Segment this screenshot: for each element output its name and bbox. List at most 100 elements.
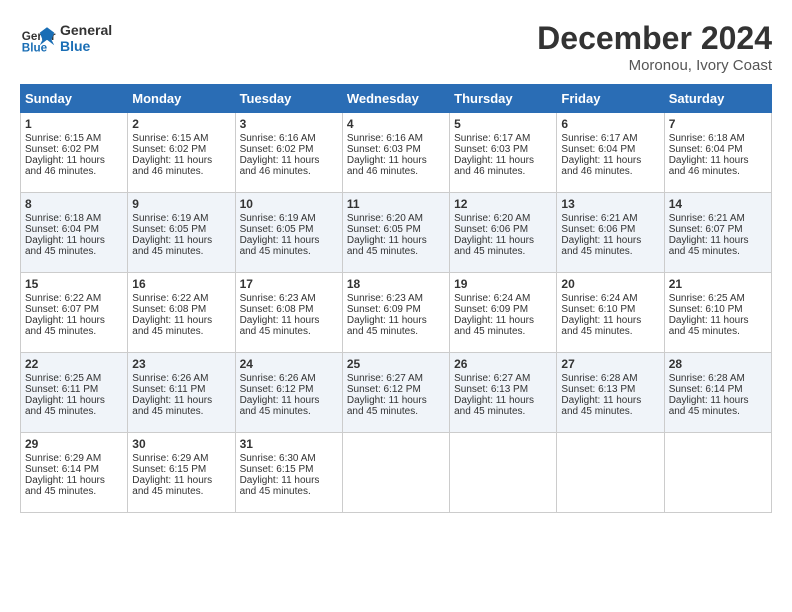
logo-general: General — [60, 22, 112, 38]
sunrise: Sunrise: 6:27 AM — [454, 373, 530, 384]
calendar-week-1: 1Sunrise: 6:15 AMSunset: 6:02 PMDaylight… — [21, 113, 772, 193]
day-number: 19 — [454, 277, 552, 291]
sunrise: Sunrise: 6:19 AM — [240, 213, 316, 224]
logo-blue: Blue — [60, 38, 112, 54]
daylight: Daylight: 11 hours and 45 minutes. — [25, 475, 105, 497]
calendar-cell: 12Sunrise: 6:20 AMSunset: 6:06 PMDayligh… — [450, 193, 557, 273]
calendar-cell: 19Sunrise: 6:24 AMSunset: 6:09 PMDayligh… — [450, 273, 557, 353]
day-number: 11 — [347, 197, 445, 211]
calendar-cell — [557, 433, 664, 513]
sunrise: Sunrise: 6:17 AM — [561, 133, 637, 144]
sunset: Sunset: 6:02 PM — [25, 144, 99, 155]
day-number: 20 — [561, 277, 659, 291]
sunrise: Sunrise: 6:26 AM — [132, 373, 208, 384]
day-number: 27 — [561, 357, 659, 371]
calendar-cell: 13Sunrise: 6:21 AMSunset: 6:06 PMDayligh… — [557, 193, 664, 273]
daylight: Daylight: 11 hours and 45 minutes. — [240, 475, 320, 497]
col-header-tuesday: Tuesday — [235, 85, 342, 113]
sunrise: Sunrise: 6:30 AM — [240, 453, 316, 464]
col-header-sunday: Sunday — [21, 85, 128, 113]
sunrise: Sunrise: 6:26 AM — [240, 373, 316, 384]
day-number: 3 — [240, 117, 338, 131]
calendar-cell: 27Sunrise: 6:28 AMSunset: 6:13 PMDayligh… — [557, 353, 664, 433]
sunset: Sunset: 6:13 PM — [454, 384, 528, 395]
calendar-cell: 3Sunrise: 6:16 AMSunset: 6:02 PMDaylight… — [235, 113, 342, 193]
calendar-cell: 8Sunrise: 6:18 AMSunset: 6:04 PMDaylight… — [21, 193, 128, 273]
day-number: 23 — [132, 357, 230, 371]
day-number: 14 — [669, 197, 767, 211]
calendar-week-5: 29Sunrise: 6:29 AMSunset: 6:14 PMDayligh… — [21, 433, 772, 513]
calendar-cell: 20Sunrise: 6:24 AMSunset: 6:10 PMDayligh… — [557, 273, 664, 353]
sunset: Sunset: 6:12 PM — [240, 384, 314, 395]
logo: General Blue General Blue — [20, 20, 112, 56]
sunset: Sunset: 6:04 PM — [561, 144, 635, 155]
calendar-cell: 15Sunrise: 6:22 AMSunset: 6:07 PMDayligh… — [21, 273, 128, 353]
sunset: Sunset: 6:13 PM — [561, 384, 635, 395]
calendar-week-4: 22Sunrise: 6:25 AMSunset: 6:11 PMDayligh… — [21, 353, 772, 433]
calendar-cell: 17Sunrise: 6:23 AMSunset: 6:08 PMDayligh… — [235, 273, 342, 353]
day-number: 26 — [454, 357, 552, 371]
day-number: 21 — [669, 277, 767, 291]
calendar-cell: 26Sunrise: 6:27 AMSunset: 6:13 PMDayligh… — [450, 353, 557, 433]
daylight: Daylight: 11 hours and 45 minutes. — [240, 395, 320, 417]
calendar-week-3: 15Sunrise: 6:22 AMSunset: 6:07 PMDayligh… — [21, 273, 772, 353]
calendar-cell: 6Sunrise: 6:17 AMSunset: 6:04 PMDaylight… — [557, 113, 664, 193]
calendar-cell: 22Sunrise: 6:25 AMSunset: 6:11 PMDayligh… — [21, 353, 128, 433]
calendar-cell: 10Sunrise: 6:19 AMSunset: 6:05 PMDayligh… — [235, 193, 342, 273]
sunset: Sunset: 6:02 PM — [240, 144, 314, 155]
calendar-cell: 4Sunrise: 6:16 AMSunset: 6:03 PMDaylight… — [342, 113, 449, 193]
sunrise: Sunrise: 6:21 AM — [561, 213, 637, 224]
daylight: Daylight: 11 hours and 45 minutes. — [347, 395, 427, 417]
sunrise: Sunrise: 6:20 AM — [347, 213, 423, 224]
daylight: Daylight: 11 hours and 45 minutes. — [454, 315, 534, 337]
day-number: 16 — [132, 277, 230, 291]
calendar-cell: 16Sunrise: 6:22 AMSunset: 6:08 PMDayligh… — [128, 273, 235, 353]
sunset: Sunset: 6:09 PM — [454, 304, 528, 315]
day-number: 17 — [240, 277, 338, 291]
sunrise: Sunrise: 6:23 AM — [240, 293, 316, 304]
sunset: Sunset: 6:05 PM — [347, 224, 421, 235]
calendar-cell: 28Sunrise: 6:28 AMSunset: 6:14 PMDayligh… — [664, 353, 771, 433]
sunrise: Sunrise: 6:18 AM — [669, 133, 745, 144]
day-number: 8 — [25, 197, 123, 211]
daylight: Daylight: 11 hours and 45 minutes. — [669, 395, 749, 417]
daylight: Daylight: 11 hours and 45 minutes. — [132, 235, 212, 257]
sunset: Sunset: 6:14 PM — [25, 464, 99, 475]
day-number: 2 — [132, 117, 230, 131]
day-number: 30 — [132, 437, 230, 451]
sunset: Sunset: 6:03 PM — [347, 144, 421, 155]
day-number: 31 — [240, 437, 338, 451]
daylight: Daylight: 11 hours and 45 minutes. — [561, 395, 641, 417]
svg-text:Blue: Blue — [22, 42, 48, 55]
daylight: Daylight: 11 hours and 46 minutes. — [669, 155, 749, 177]
daylight: Daylight: 11 hours and 45 minutes. — [454, 235, 534, 257]
daylight: Daylight: 11 hours and 45 minutes. — [669, 235, 749, 257]
day-number: 29 — [25, 437, 123, 451]
sunset: Sunset: 6:06 PM — [454, 224, 528, 235]
sunset: Sunset: 6:03 PM — [454, 144, 528, 155]
sunset: Sunset: 6:06 PM — [561, 224, 635, 235]
daylight: Daylight: 11 hours and 45 minutes. — [347, 235, 427, 257]
sunrise: Sunrise: 6:23 AM — [347, 293, 423, 304]
col-header-wednesday: Wednesday — [342, 85, 449, 113]
logo-icon: General Blue — [20, 20, 56, 56]
sunrise: Sunrise: 6:18 AM — [25, 213, 101, 224]
sunrise: Sunrise: 6:29 AM — [132, 453, 208, 464]
daylight: Daylight: 11 hours and 45 minutes. — [240, 235, 320, 257]
daylight: Daylight: 11 hours and 45 minutes. — [347, 315, 427, 337]
sunrise: Sunrise: 6:15 AM — [132, 133, 208, 144]
day-number: 22 — [25, 357, 123, 371]
col-header-saturday: Saturday — [664, 85, 771, 113]
daylight: Daylight: 11 hours and 46 minutes. — [25, 155, 105, 177]
sunrise: Sunrise: 6:22 AM — [25, 293, 101, 304]
sunrise: Sunrise: 6:28 AM — [669, 373, 745, 384]
day-number: 24 — [240, 357, 338, 371]
sunrise: Sunrise: 6:25 AM — [669, 293, 745, 304]
sunset: Sunset: 6:09 PM — [347, 304, 421, 315]
sunrise: Sunrise: 6:24 AM — [561, 293, 637, 304]
sunrise: Sunrise: 6:16 AM — [240, 133, 316, 144]
sunrise: Sunrise: 6:19 AM — [132, 213, 208, 224]
sunrise: Sunrise: 6:25 AM — [25, 373, 101, 384]
sunset: Sunset: 6:04 PM — [25, 224, 99, 235]
sunset: Sunset: 6:10 PM — [561, 304, 635, 315]
